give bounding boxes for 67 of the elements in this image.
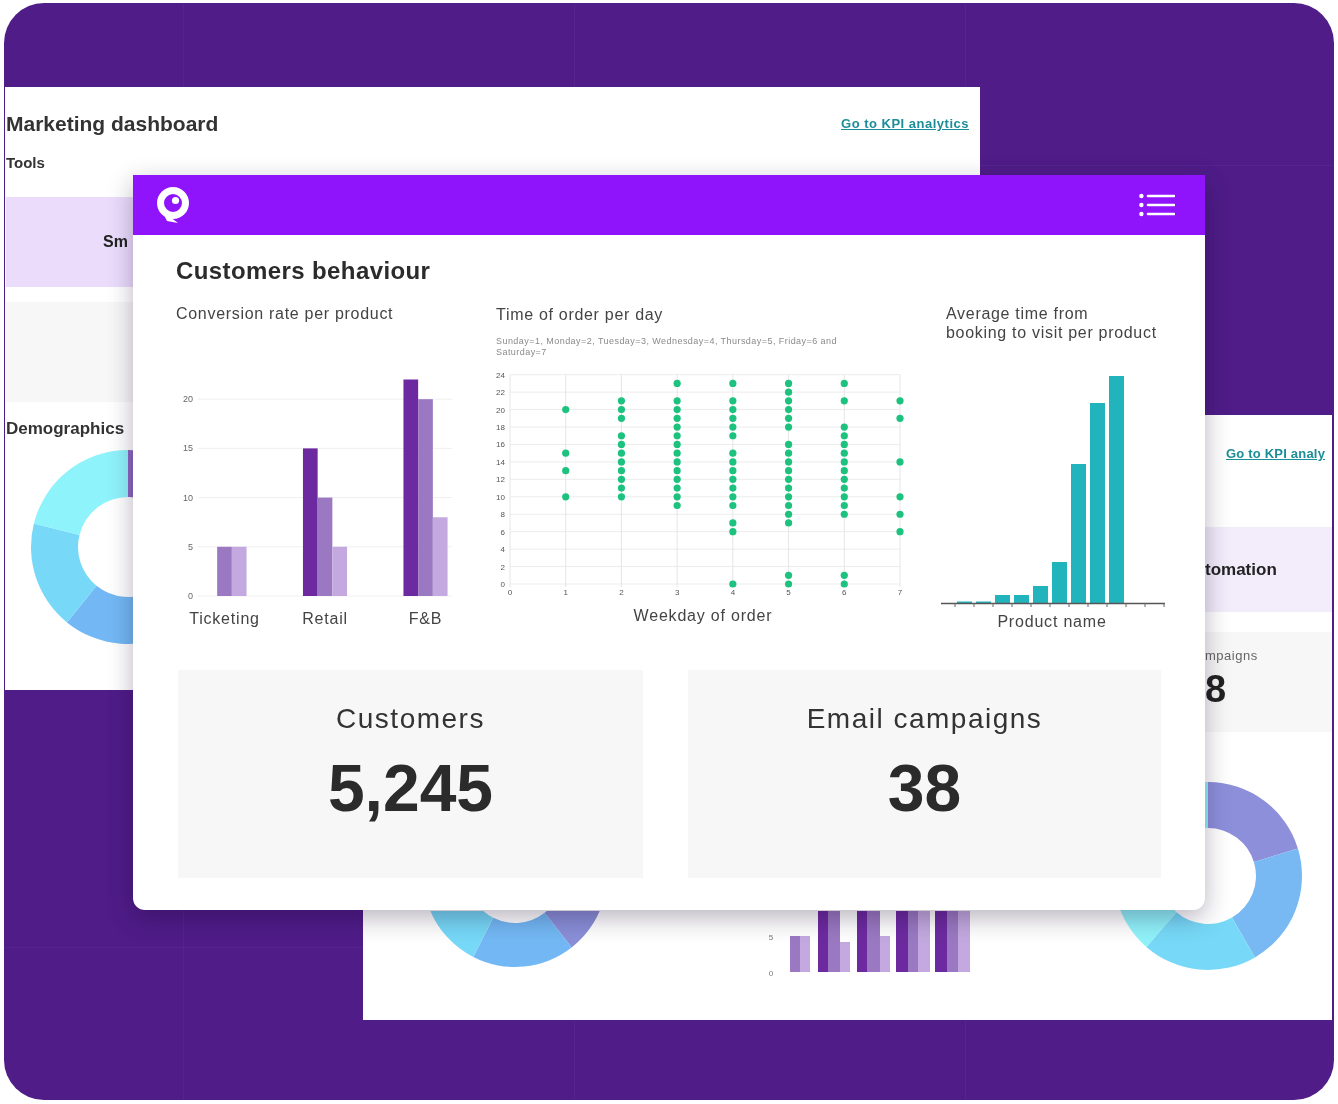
- tile-label: tomation: [1205, 559, 1277, 580]
- axis-tick-label: 10: [183, 492, 193, 503]
- kpi-analytics-link[interactable]: Go to KPI analytics: [841, 116, 969, 132]
- dashboard-title: Marketing dashboard: [6, 111, 219, 137]
- axis-tick-label: 8: [500, 510, 505, 520]
- axis-tick-label: 3: [674, 588, 680, 597]
- bar: [818, 911, 828, 972]
- axis-tick-label: 5: [786, 588, 791, 597]
- histogram-bar: [1052, 562, 1067, 603]
- axis-tick-label: 6: [500, 527, 505, 537]
- bar: [947, 911, 958, 972]
- axis-tick-label: 24: [496, 370, 505, 380]
- histogram-bar: [995, 595, 1010, 603]
- axis-tick-label: 6: [842, 588, 847, 597]
- category-label: F&B: [408, 610, 443, 627]
- histogram-bar: [1033, 586, 1048, 603]
- axis-title: Weekday of order: [633, 607, 773, 624]
- axis-tick-label: 0: [768, 969, 774, 977]
- axis-tick-label: 4: [730, 588, 736, 597]
- section-heading: Tools: [6, 153, 45, 173]
- axis-tick-label: 15: [183, 443, 193, 454]
- page-title: Customers behaviour: [176, 257, 432, 285]
- bar: [800, 936, 810, 972]
- axis-tick-label: 2: [619, 588, 624, 597]
- axis-tick-label: 5: [768, 933, 774, 942]
- axis-tick-label: 10: [496, 492, 505, 502]
- chart-title: Time of order per day: [496, 305, 664, 325]
- axis-tick-label: 18: [496, 423, 505, 432]
- axis-tick-label: 16: [496, 440, 505, 450]
- kpi-analytics-link[interactable]: Go to KPI analy: [1226, 446, 1326, 461]
- chart-title: Average time from booking to visit per product: [945, 304, 1157, 342]
- axis-tick-label: 0: [500, 580, 505, 589]
- histogram-bar: [1014, 595, 1029, 603]
- menu-icon[interactable]: [1139, 193, 1175, 217]
- axis-tick-label: 0: [507, 588, 513, 597]
- category-label: Ticketing: [189, 610, 260, 627]
- stat-label: mpaigns: [1205, 647, 1258, 665]
- axis-tick-label: 4: [500, 545, 505, 555]
- axis-tick-label: 2: [500, 562, 505, 572]
- axis-tick-label: 7: [897, 588, 903, 597]
- axis-tick-label: 22: [496, 388, 505, 398]
- stat-label: Email campaigns: [806, 702, 1043, 736]
- stat-value: 5,245: [327, 755, 494, 821]
- stat-value: 8: [1205, 669, 1227, 709]
- axis-tick-label: 5: [188, 541, 193, 552]
- bar: [908, 911, 918, 972]
- category-label: Retail: [302, 610, 348, 627]
- axis-tick-label: 20: [496, 405, 505, 415]
- section-heading: Demographics: [6, 418, 125, 440]
- bar: [918, 911, 930, 972]
- stat-label: Customers: [336, 702, 485, 736]
- bar: [857, 911, 867, 972]
- logo-icon: [155, 186, 191, 224]
- axis-title: Product name: [997, 613, 1107, 630]
- axis-tick-label: 14: [496, 457, 505, 467]
- axis-tick-label: 0: [188, 591, 193, 601]
- axis-tick-label: 1: [563, 588, 568, 597]
- chart-title: Conversion rate per product: [176, 304, 394, 324]
- axis-tick-label: 12: [496, 475, 505, 485]
- bar: [935, 911, 947, 972]
- tile-label: Sm: [103, 233, 128, 251]
- chart-subtitle: Sunday=1, Monday=2, Tuesday=3, Wednesday=4, Thursday=5, Friday=6 and Saturday=7: [496, 336, 838, 358]
- stat-value: 38: [887, 755, 962, 821]
- bar: [790, 936, 800, 972]
- bar: [896, 911, 908, 972]
- bar: [958, 911, 970, 972]
- axis-tick-label: 20: [183, 394, 193, 405]
